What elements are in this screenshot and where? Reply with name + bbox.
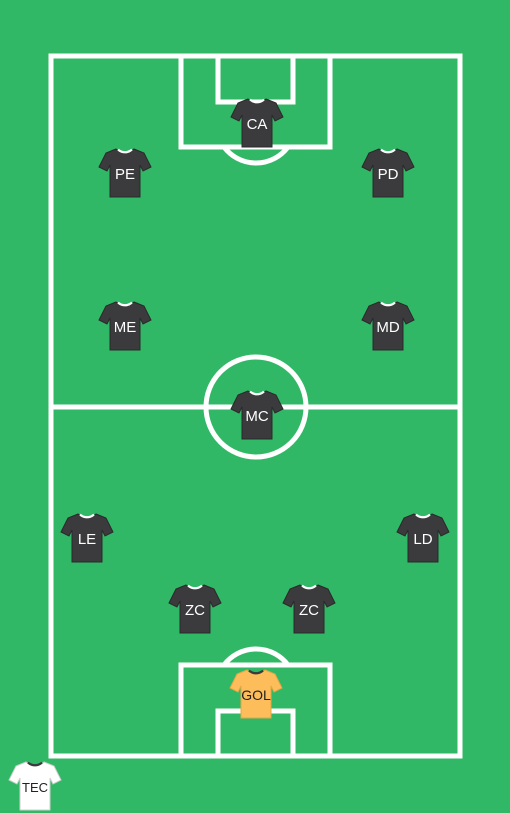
player-ld[interactable]: LD <box>396 512 450 564</box>
shirt-icon <box>60 513 114 563</box>
shirt-icon <box>98 148 152 198</box>
shirt-icon <box>230 98 284 148</box>
shirt-icon <box>230 390 284 440</box>
shirt-icon <box>229 669 283 719</box>
top-goal-box <box>215 53 296 105</box>
shirt-icon <box>396 513 450 563</box>
player-me[interactable]: ME <box>98 300 152 352</box>
player-md[interactable]: MD <box>361 300 415 352</box>
player-pe[interactable]: PE <box>98 147 152 199</box>
shirt-icon <box>361 301 415 351</box>
shirt-icon <box>361 148 415 198</box>
player-mc[interactable]: MC <box>230 389 284 441</box>
player-le[interactable]: LE <box>60 512 114 564</box>
shirt-icon <box>98 301 152 351</box>
coach[interactable]: TEC <box>8 760 62 812</box>
shirt-icon <box>8 761 62 811</box>
player-pd[interactable]: PD <box>361 147 415 199</box>
player-zc-left[interactable]: ZC <box>168 583 222 635</box>
player-ca[interactable]: CA <box>230 97 284 149</box>
player-zc-right[interactable]: ZC <box>282 583 336 635</box>
shirt-icon <box>282 584 336 634</box>
shirt-icon <box>168 584 222 634</box>
player-gol[interactable]: GOL <box>229 668 283 720</box>
